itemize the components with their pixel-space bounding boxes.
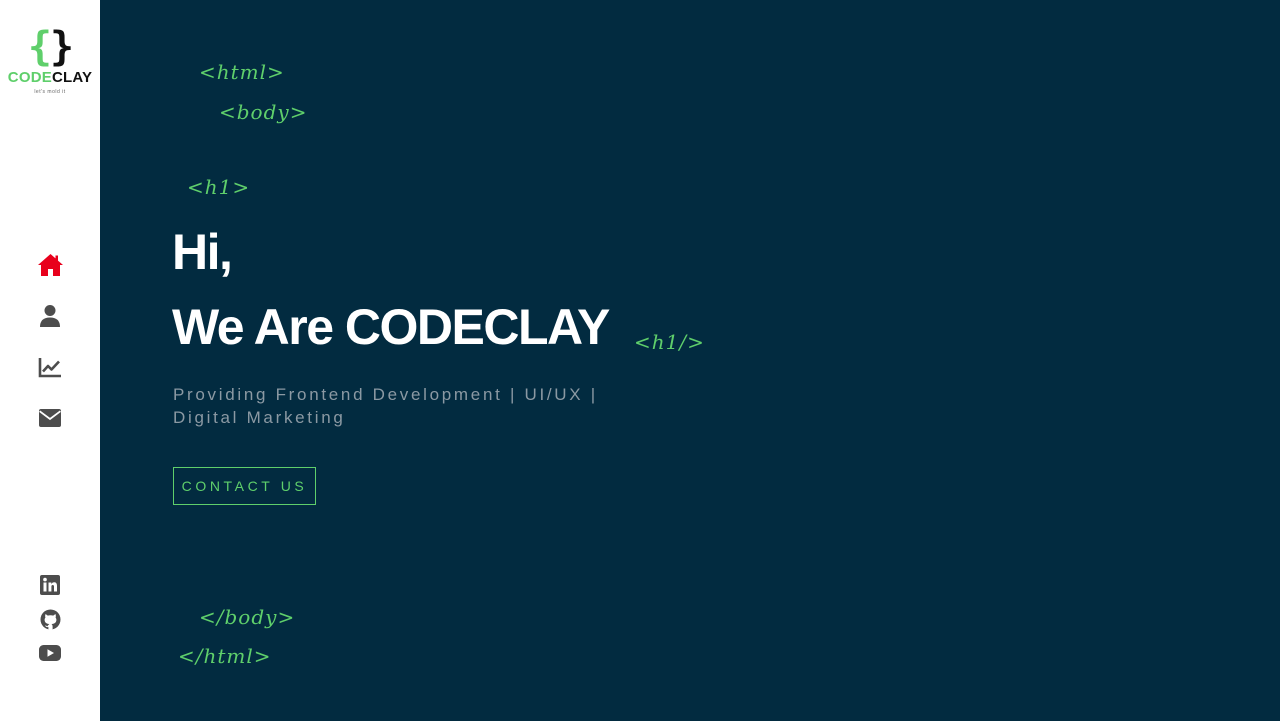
tag-body-open: <body> — [219, 100, 308, 124]
nav-item-skills[interactable] — [0, 352, 100, 382]
sidebar-nav — [0, 250, 100, 454]
home-icon — [37, 254, 63, 276]
brand-logo[interactable]: {} CODECLAY let's mold it — [0, 26, 100, 95]
github-icon — [40, 609, 60, 630]
logo-word-code: CODE — [7, 69, 52, 86]
nav-item-about[interactable] — [0, 301, 100, 331]
logo-word-clay: CLAY — [51, 69, 93, 86]
social-github-link[interactable] — [0, 606, 100, 632]
linkedin-icon — [40, 575, 60, 595]
social-links — [0, 572, 100, 674]
hero-greeting: Hi, — [172, 224, 233, 280]
user-icon — [40, 305, 60, 327]
sidebar: {} CODECLAY let's mold it — [0, 0, 100, 721]
hero-subtitle: Providing Frontend Development | UI/UX |… — [173, 385, 598, 427]
youtube-icon — [39, 645, 61, 661]
tag-html-open: <html> — [199, 60, 285, 84]
logo-open-brace: { — [27, 24, 52, 70]
social-linkedin-link[interactable] — [0, 572, 100, 598]
contact-us-button[interactable]: CONTACT US — [173, 467, 316, 505]
tag-h1-close: <h1/> — [634, 330, 705, 354]
tag-h1-open: <h1> — [187, 175, 251, 199]
social-youtube-link[interactable] — [0, 640, 100, 666]
chart-line-icon — [38, 358, 61, 378]
nav-item-home[interactable] — [0, 250, 100, 280]
tag-body-close: </body> — [199, 605, 296, 629]
logo-close-brace: } — [50, 24, 74, 70]
logo-braces-icon: {} — [0, 26, 100, 68]
tag-html-close: </html> — [178, 644, 272, 668]
logo-tagline: let's mold it — [34, 89, 66, 95]
logo-wordmark: CODECLAY — [0, 70, 100, 86]
envelope-icon — [39, 409, 61, 427]
nav-item-contact[interactable] — [0, 403, 100, 433]
hero-title: We Are CODECLAY — [172, 299, 610, 355]
